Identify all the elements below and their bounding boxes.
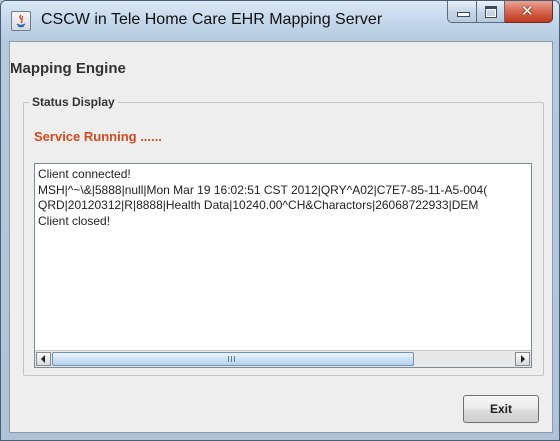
arrow-right-icon [521,355,525,363]
grip-icon [228,356,237,362]
log-line: QRD|20120312|R|8888|Health Data|10240.00… [38,198,479,212]
scroll-right-button[interactable] [515,352,530,366]
scroll-left-button[interactable] [36,352,51,366]
log-line: Client closed! [38,213,111,228]
status-display-legend: Status Display [29,95,118,109]
horizontal-scrollbar[interactable] [35,350,531,367]
maximize-button[interactable] [477,1,505,23]
title-bar[interactable]: CSCW in Tele Home Care EHR Mapping Serve… [1,1,559,41]
minimize-button[interactable] [447,1,477,23]
log-text-area[interactable]: Client connected! MSH|^~\&|5888|null|Mon… [34,163,532,368]
caption-buttons: ✕ [447,1,553,23]
minimize-icon [457,12,470,17]
client-area: Mapping Engine Status Display Service Ru… [9,41,553,433]
status-display-group: Status Display Service Running ...... Cl… [23,95,544,376]
exit-button[interactable]: Exit [463,395,539,423]
log-lines: Client connected! MSH|^~\&|5888|null|Mon… [38,167,528,347]
java-app-icon[interactable] [11,11,31,31]
close-button[interactable]: ✕ [505,1,553,23]
arrow-left-icon [41,355,45,363]
panel-title: Mapping Engine [10,60,126,77]
log-line: Client connected! [38,167,131,181]
log-line: MSH|^~\&|5888|null|Mon Mar 19 16:02:51 C… [38,182,488,197]
window-title: CSCW in Tele Home Care EHR Mapping Serve… [41,11,383,28]
application-window: CSCW in Tele Home Care EHR Mapping Serve… [0,0,560,441]
scrollbar-thumb[interactable] [52,352,414,366]
maximize-icon [485,6,497,18]
close-icon: ✕ [521,2,534,20]
service-status-text: Service Running ...... [34,129,162,144]
